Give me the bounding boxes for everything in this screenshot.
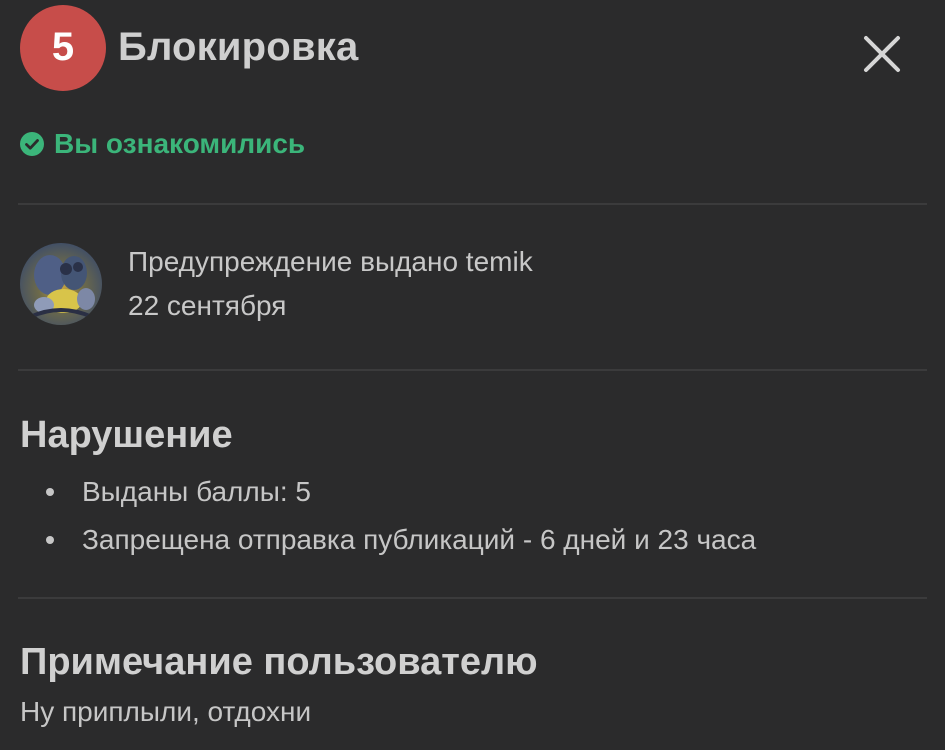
acknowledged-text: Вы ознакомились [54, 128, 306, 159]
warning-text-block: Предупреждение выдано temik 22 сентября [128, 240, 533, 328]
divider [18, 369, 927, 371]
points-badge: 5 [20, 4, 106, 91]
bullet-icon [46, 488, 54, 496]
divider [18, 597, 927, 599]
violation-item-text: Выданы баллы: 5 [82, 476, 311, 507]
bullet-icon [46, 536, 54, 544]
violation-item-text: Запрещена отправка публикаций - 6 дней и… [82, 524, 757, 555]
note-title: Примечание пользователю [20, 641, 538, 683]
divider [18, 203, 927, 205]
dialog-header: 5 Блокировка [20, 4, 359, 91]
violation-list: Выданы баллы: 5 Запрещена отправка публи… [20, 468, 756, 564]
check-circle-icon [20, 132, 44, 156]
dialog-title: Блокировка [118, 25, 359, 69]
moderation-dialog: 5 Блокировка Вы ознакомились Предупрежде… [0, 0, 945, 750]
close-button[interactable] [856, 28, 908, 80]
list-item: Выданы баллы: 5 [20, 468, 756, 516]
warning-info: Предупреждение выдано temik 22 сентября [20, 240, 533, 328]
avatar[interactable] [20, 243, 102, 325]
violation-title: Нарушение [20, 414, 233, 456]
close-icon [864, 36, 900, 72]
acknowledged-status: Вы ознакомились [20, 126, 305, 162]
avatar-image [20, 243, 102, 325]
note-text: Ну приплыли, отдохни [20, 696, 312, 727]
warning-date: 22 сентября [128, 290, 287, 321]
warning-issued-by: Предупреждение выдано temik [128, 246, 533, 277]
list-item: Запрещена отправка публикаций - 6 дней и… [20, 516, 756, 564]
